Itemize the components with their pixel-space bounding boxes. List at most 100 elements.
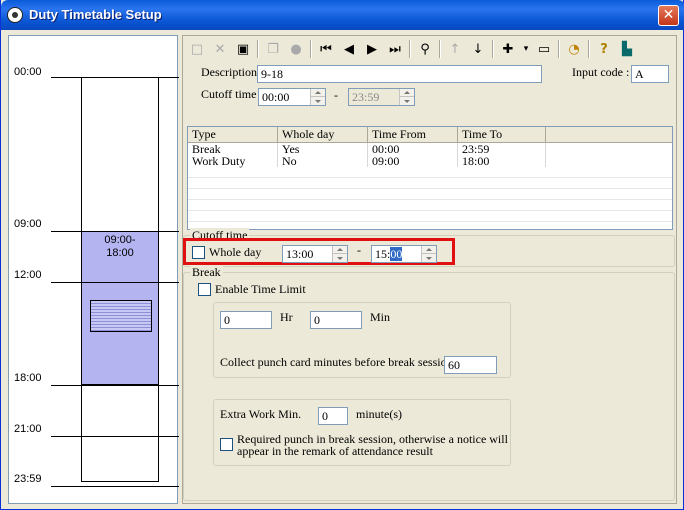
toolbar-separator [492, 40, 494, 58]
spinner-divider [310, 96, 325, 97]
up-icon[interactable]: ↑ [445, 39, 465, 59]
exit-icon[interactable]: ▙ [617, 39, 637, 59]
dropdown-icon[interactable]: ▾ [521, 39, 531, 59]
timeline-label-0900: 09:00 [14, 218, 42, 230]
close-button[interactable]: ✕ [658, 5, 679, 26]
grid-header-filler [546, 127, 672, 142]
cutoff-box-to-spinner[interactable] [421, 246, 436, 262]
title-bar[interactable]: Duty Timetable Setup ✕ [1, 0, 684, 30]
cutoff-box-from-value: 13:00 [286, 247, 314, 261]
cutoff-to-spinner [399, 89, 414, 105]
toolbar-separator [310, 40, 312, 58]
grid-header-whole-day[interactable]: Whole day [278, 127, 368, 142]
hr-label: Hr [280, 310, 293, 324]
timeline-label-2100: 21:00 [14, 423, 42, 435]
cutoff-box-dash: - [357, 243, 361, 257]
delete-icon[interactable]: ✕ [210, 39, 230, 59]
toolbar-separator [409, 40, 411, 58]
record-icon[interactable]: ● [286, 39, 306, 59]
save-icon[interactable]: ▣ [233, 39, 253, 59]
spinner-divider [421, 253, 436, 254]
min-input[interactable]: 0 [310, 311, 362, 329]
grid-empty-row [188, 178, 672, 189]
settings-panel: □ ✕ ▣ ❐ ● ⏮ ◀ ▶ ⏭ ⚲ ↑ ↓ ✚ ▾ ▭ ◔ ? ▙ Desc… [182, 35, 677, 504]
toolbar: □ ✕ ▣ ❐ ● ⏮ ◀ ▶ ⏭ ⚲ ↑ ↓ ✚ ▾ ▭ ◔ ? ▙ [187, 38, 640, 60]
grid-empty-row [188, 200, 672, 211]
grid-empty-row [188, 211, 672, 222]
toolbar-separator [439, 40, 441, 58]
timeline-panel: 09:00- 18:00 00:00 09:00 12:00 18:00 21:… [8, 35, 179, 504]
extra-work-label: Extra Work Min. [220, 407, 302, 421]
grid-cell: 18:00 [458, 155, 546, 167]
grid-cell [546, 143, 672, 155]
cutoff-to-input: 23:59 [348, 88, 415, 106]
add-icon[interactable]: ✚ [498, 39, 518, 59]
break-block[interactable] [90, 300, 152, 332]
cutoff-from-value: 00:00 [262, 90, 290, 104]
grid-header-type[interactable]: Type [188, 127, 278, 142]
timeline-tick [51, 77, 179, 78]
timeline-tick [51, 486, 179, 487]
timeline-label-1200: 12:00 [14, 269, 42, 281]
timeline-label-0000: 00:00 [14, 66, 42, 78]
timeline-tick [51, 436, 179, 437]
cutoff-from-input[interactable]: 00:00 [258, 88, 326, 106]
description-input[interactable]: 9-18 [257, 65, 542, 83]
collect-punch-input[interactable]: 60 [444, 356, 497, 374]
whole-day-checkbox[interactable] [192, 246, 205, 259]
required-punch-checkbox[interactable] [220, 438, 233, 451]
duty-block[interactable]: 09:00- 18:00 [81, 231, 159, 385]
description-label: Description [201, 65, 257, 79]
grid-empty-row [188, 167, 672, 178]
extra-work-unit: minute(s) [356, 407, 402, 421]
cutoff-to-value: 23:59 [352, 90, 380, 104]
break-group-title: Break [190, 265, 223, 280]
input-code-label: Input code : [572, 65, 630, 79]
new-icon[interactable]: □ [187, 39, 207, 59]
next-icon[interactable]: ▶ [362, 39, 382, 59]
cutoff-box-to-input[interactable]: 15:00 [371, 245, 437, 263]
grid-header-time-to[interactable]: Time To [458, 127, 546, 142]
spinner-divider [399, 96, 414, 97]
table-row[interactable]: Work Duty No 09:00 18:00 [188, 155, 672, 167]
cutoff-box-to-minute-selected: 00 [390, 247, 403, 261]
timeline-label-2359: 23:59 [14, 473, 42, 485]
whole-day-label: Whole day [209, 245, 262, 259]
grid-cell: Work Duty [188, 155, 278, 167]
min-label: Min [370, 310, 391, 324]
enable-time-limit-label: Enable Time Limit [215, 282, 306, 296]
enable-time-limit-checkbox[interactable] [198, 283, 211, 296]
help-icon[interactable]: ? [594, 39, 614, 59]
cutoff-from-spinner[interactable] [310, 89, 325, 105]
prev-icon[interactable]: ◀ [339, 39, 359, 59]
first-icon[interactable]: ⏮ [316, 39, 336, 59]
clock-icon[interactable]: ◔ [564, 39, 584, 59]
window-title: Duty Timetable Setup [29, 7, 162, 22]
copy-icon[interactable]: ❐ [263, 39, 283, 59]
cutoff-dash: - [334, 88, 338, 102]
cutoff-box-from-input[interactable]: 13:00 [282, 245, 348, 263]
grid-header: Type Whole day Time From Time To [188, 127, 672, 143]
find-icon[interactable]: ⚲ [415, 39, 435, 59]
cutoff-label: Cutoff time [201, 87, 257, 101]
timetable-grid[interactable]: Type Whole day Time From Time To Break Y… [187, 126, 673, 230]
input-code-input[interactable]: A [631, 65, 669, 83]
extra-work-input[interactable]: 0 [318, 407, 348, 425]
toolbar-separator [257, 40, 259, 58]
required-punch-label: Required punch in break session, otherwi… [237, 433, 508, 457]
grid-cell: No [278, 155, 368, 167]
cutoff-box-to-hour: 15: [375, 247, 391, 261]
timeline-tick [51, 385, 179, 386]
remove-icon[interactable]: ▭ [534, 39, 554, 59]
timeline-tick [51, 231, 179, 232]
cutoff-box-from-spinner[interactable] [332, 246, 347, 262]
hr-input[interactable]: 0 [220, 311, 272, 329]
grid-header-time-from[interactable]: Time From [368, 127, 458, 142]
down-icon[interactable]: ↓ [468, 39, 488, 59]
duty-timetable-window: Duty Timetable Setup ✕ 09:00- 18:00 00:0… [0, 0, 684, 510]
grid-cell [546, 155, 672, 167]
grid-cell: 09:00 [368, 155, 458, 167]
last-icon[interactable]: ⏭ [385, 39, 405, 59]
table-row[interactable]: Break Yes 00:00 23:59 [188, 143, 672, 155]
timeline-label-1800: 18:00 [14, 372, 42, 384]
